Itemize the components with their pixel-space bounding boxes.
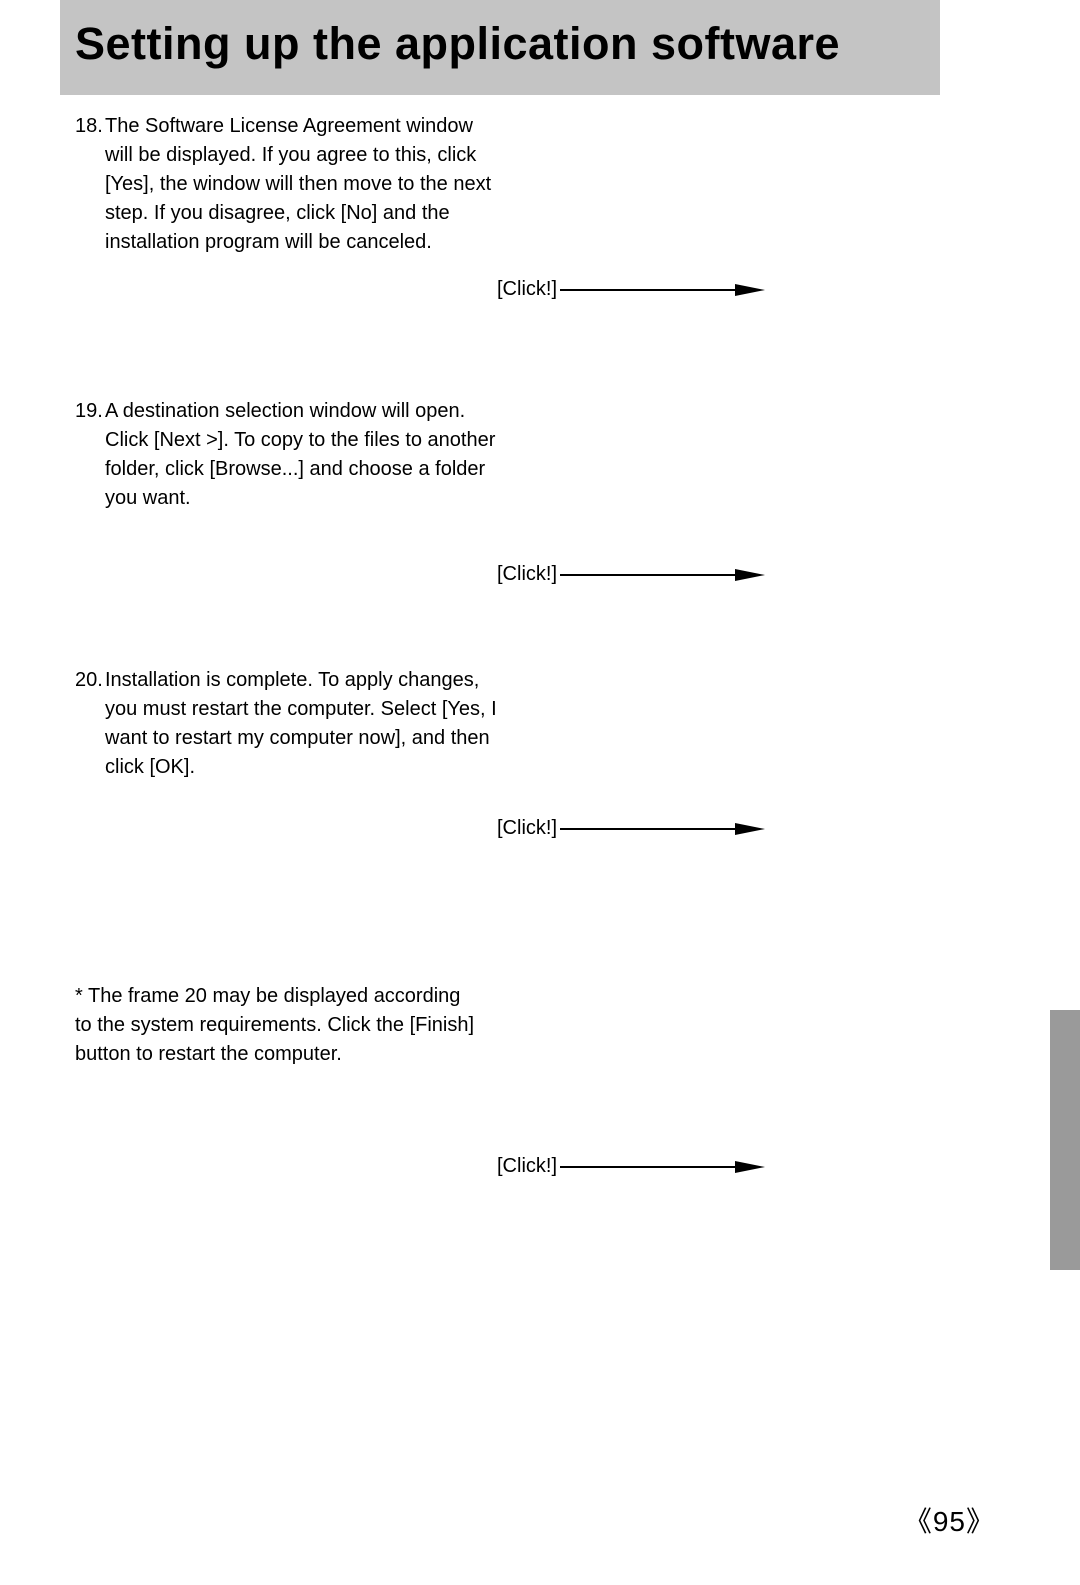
page-title: Setting up the application software <box>75 18 925 70</box>
step-text: Installation is complete. To apply chang… <box>105 666 505 782</box>
arrow-line <box>560 289 750 291</box>
side-tab <box>1050 1010 1080 1270</box>
footnote-prefix: * <box>75 985 88 1007</box>
click-label: [Click!] <box>497 817 557 840</box>
footnote: * The frame 20 may be displayed accordin… <box>75 982 475 1069</box>
click-label: [Click!] <box>497 278 557 301</box>
footnote-text: * The frame 20 may be displayed accordin… <box>75 982 475 1069</box>
step-18: 18. The Software License Agreement windo… <box>75 112 505 257</box>
arrow-line <box>560 828 750 830</box>
step-19: 19. A destination selection window will … <box>75 397 505 513</box>
manual-page: Setting up the application software 18. … <box>0 0 1080 1585</box>
step-20: 20. Installation is complete. To apply c… <box>75 666 505 782</box>
click-label: [Click!] <box>497 1155 557 1178</box>
step-text: A destination selection window will open… <box>105 397 505 513</box>
step-text: The Software License Agreement window wi… <box>105 112 505 257</box>
step-number: 19. <box>75 397 105 426</box>
click-label: [Click!] <box>497 563 557 586</box>
arrow-line <box>560 574 750 576</box>
arrow-head-icon <box>735 569 765 581</box>
arrow-icon <box>560 574 765 576</box>
bracket-left-icon: 《 <box>904 1507 933 1538</box>
arrow-icon <box>560 289 765 291</box>
arrow-head-icon <box>735 823 765 835</box>
arrow-icon <box>560 828 765 830</box>
bracket-right-icon: 》 <box>966 1507 995 1538</box>
arrow-icon <box>560 1166 765 1168</box>
step-number: 20. <box>75 666 105 695</box>
arrow-head-icon <box>735 284 765 296</box>
arrow-head-icon <box>735 1161 765 1173</box>
page-number-value: 95 <box>933 1506 966 1537</box>
footnote-body: The frame 20 may be displayed according … <box>75 985 474 1065</box>
step-number: 18. <box>75 112 105 141</box>
arrow-line <box>560 1166 750 1168</box>
page-number: 《95》 <box>904 1500 995 1540</box>
